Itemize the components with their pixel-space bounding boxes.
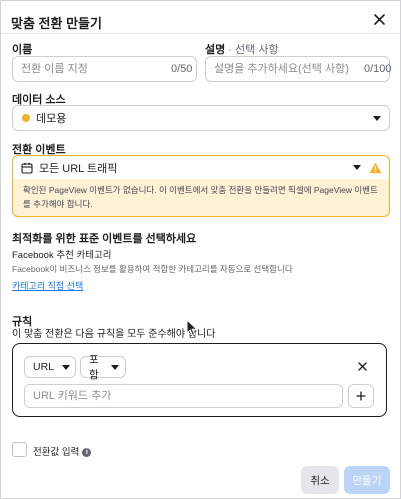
description-label-text: 설명	[205, 44, 226, 56]
pixel-status-dot	[22, 114, 30, 122]
rule-operator-select[interactable]: 포함	[80, 354, 126, 381]
add-keyword-button[interactable]	[348, 384, 374, 408]
chevron-down-icon	[111, 364, 119, 370]
close-icon	[373, 13, 385, 25]
description-input[interactable]	[206, 63, 364, 75]
optimization-description: Facebook이 비즈니스 정보를 활용하여 적합한 카테고리를 자동으로 선…	[12, 264, 293, 274]
rule-type-value: URL	[33, 361, 55, 373]
choose-category-link[interactable]: 카테고리 직접 선택	[12, 279, 83, 292]
conversion-value-label: 전환값 입력	[33, 447, 80, 458]
warning-icon	[369, 162, 382, 173]
cancel-button[interactable]: 취소	[301, 466, 339, 494]
create-button[interactable]: 만들기	[344, 466, 390, 494]
chevron-down-icon	[373, 115, 381, 121]
rule-group: URL 포함	[12, 343, 387, 417]
optimization-heading: 최적화를 위한 표준 이벤트를 선택하세요	[12, 233, 197, 245]
name-label: 이름	[12, 44, 33, 56]
dialog-title: 맞춤 전환 만들기	[11, 16, 102, 31]
close-button[interactable]	[370, 10, 388, 28]
plus-icon	[356, 391, 366, 401]
conversion-value-checkbox[interactable]	[12, 442, 27, 457]
url-keyword-input[interactable]	[25, 390, 342, 402]
rule-type-select[interactable]: URL	[24, 356, 76, 378]
description-field[interactable]: 0/100	[205, 56, 392, 82]
info-icon[interactable]: i	[82, 447, 92, 457]
conversion-event-select[interactable]: 모든 URL 트래픽	[12, 155, 390, 180]
header-divider	[1, 33, 400, 34]
remove-rule-button[interactable]	[354, 358, 370, 374]
facebook-recommended-category: Facebook 추천 카테고리	[12, 250, 112, 261]
rule-operator-value: 포함	[89, 354, 99, 381]
mouse-pointer-icon	[186, 319, 198, 337]
rules-description: 이 맞춤 전환은 다음 규칙을 모두 준수해야 합니다	[12, 329, 216, 340]
create-custom-conversion-dialog: 맞춤 전환 만들기 이름 0/50 설명 · 선택 사항 0/100 데이터 소…	[0, 0, 401, 499]
conversion-value-row: 전환값 입력 i	[33, 444, 92, 458]
name-counter: 0/50	[171, 63, 193, 75]
calendar-icon	[21, 162, 33, 174]
warning-text: 확인된 PageView 이벤트가 없습니다. 이 이벤트에서 맞춤 전환을 만…	[23, 185, 378, 209]
conversion-event-value: 모든 URL 트래픽	[39, 162, 118, 175]
chevron-down-icon	[353, 165, 361, 170]
data-source-select[interactable]: 데모용	[12, 105, 390, 131]
name-field[interactable]: 0/50	[12, 56, 197, 82]
pageview-warning-banner: 확인된 PageView 이벤트가 없습니다. 이 이벤트에서 맞춤 전환을 만…	[12, 179, 390, 217]
close-icon	[357, 361, 367, 371]
chevron-down-icon	[62, 364, 71, 370]
description-optional-text: · 선택 사항	[225, 44, 279, 56]
data-source-value: 데모용	[36, 113, 67, 125]
description-counter: 0/100	[364, 63, 392, 75]
description-label: 설명 · 선택 사항	[205, 41, 279, 57]
url-keyword-field[interactable]	[24, 384, 343, 408]
name-input[interactable]	[13, 63, 171, 75]
